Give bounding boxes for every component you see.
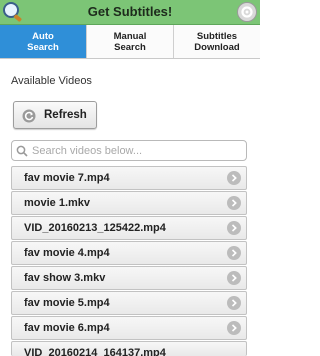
tab-manual-search[interactable]: Manual Search: [87, 25, 174, 58]
search-videos-input[interactable]: [32, 142, 242, 159]
tab-auto-search[interactable]: Auto Search: [0, 25, 87, 58]
app-title: Get Subtitles!: [87, 4, 173, 19]
video-item[interactable]: movie 1.mkv: [11, 191, 247, 215]
refresh-button[interactable]: Refresh: [13, 101, 97, 129]
video-item[interactable]: VID_20160213_125422.mp4: [11, 216, 247, 240]
chevron-right-icon: [227, 196, 241, 210]
chevron-right-icon: [227, 171, 241, 185]
refresh-label: Refresh: [44, 109, 87, 121]
chevron-right-icon: [227, 221, 241, 235]
chevron-right-icon: [227, 271, 241, 285]
gear-icon: [241, 6, 253, 18]
video-item[interactable]: fav movie 7.mp4: [11, 166, 247, 190]
video-filename: movie 1.mkv: [24, 197, 91, 209]
video-item[interactable]: fav show 3.mkv: [11, 266, 247, 290]
video-filename: fav movie 4.mp4: [24, 247, 110, 259]
video-item[interactable]: fav movie 5.mp4: [11, 291, 247, 315]
settings-button[interactable]: [237, 2, 257, 22]
video-filename: fav movie 7.mp4: [24, 172, 110, 184]
tab-bar: Auto Search Manual Search Subtitles Down…: [0, 25, 260, 59]
refresh-icon: [22, 109, 36, 123]
video-filename: fav show 3.mkv: [24, 272, 106, 284]
chevron-right-icon: [227, 296, 241, 310]
video-item[interactable]: fav movie 6.mp4: [11, 316, 247, 340]
video-filename: VID_20160214_164137.mp4: [24, 347, 166, 356]
chevron-right-icon: [227, 321, 241, 335]
video-filename: fav movie 5.mp4: [24, 297, 110, 309]
video-item[interactable]: fav movie 4.mp4: [11, 241, 247, 265]
chevron-right-icon: [227, 246, 241, 260]
app-header: Get Subtitles!: [0, 0, 260, 25]
search-box: [11, 140, 247, 161]
available-videos-heading: Available Videos: [11, 75, 92, 87]
video-filename: VID_20160213_125422.mp4: [24, 222, 166, 234]
video-item[interactable]: VID_20160214_164137.mp4: [11, 341, 247, 356]
video-filename: fav movie 6.mp4: [24, 322, 110, 334]
search-icon: [16, 145, 28, 157]
tab-subtitles-download[interactable]: Subtitles Download: [174, 25, 260, 58]
